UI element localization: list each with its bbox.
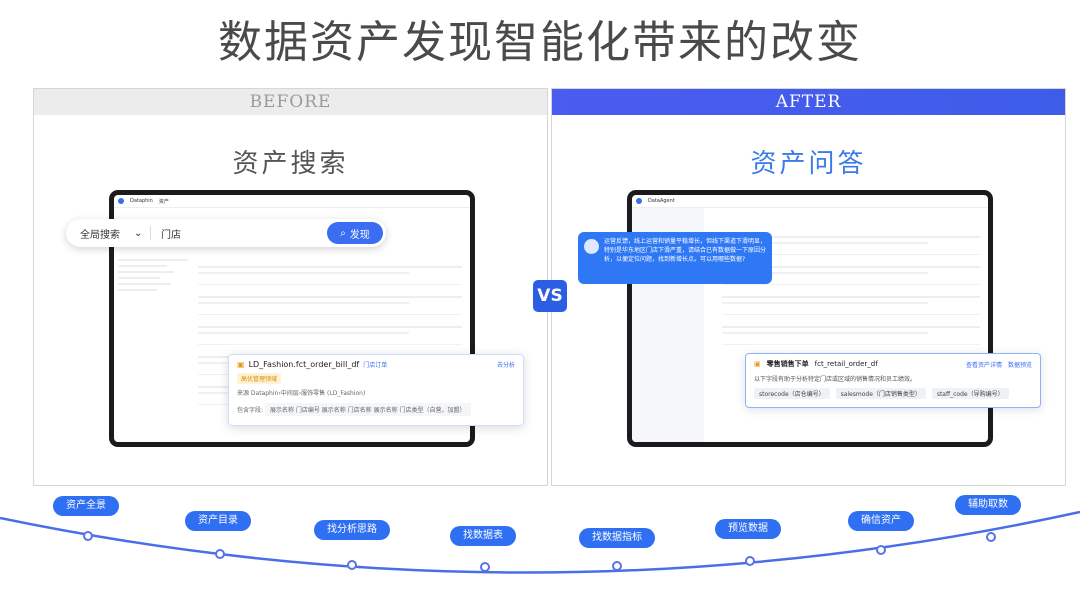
search-input[interactable]: 门店 (151, 226, 327, 241)
step-dot (986, 532, 996, 542)
answer-table-title: 零售销售下单 (766, 360, 809, 368)
after-subtitle: 资产问答 (750, 149, 867, 179)
field-chip: storecode（店仓编号） (754, 388, 830, 399)
view-detail-link[interactable]: 查看资产详情 (966, 360, 1002, 369)
step-dot (745, 556, 755, 566)
field-chips: storecode（店仓编号） salesmode（门店销售类型） staff_… (754, 388, 1032, 399)
answer-table-name[interactable]: fct_retail_order_df (815, 360, 878, 368)
step-label: 预览数据 (715, 519, 781, 539)
step-dot (612, 561, 622, 571)
after-panel: AFTER 资产问答 DataAgent 运营反馈，线上运营和销量平稳增长，但线… (551, 88, 1066, 486)
step-dot (347, 560, 357, 570)
step-label: 找数据表 (450, 526, 516, 546)
before-header: BEFORE (34, 89, 547, 115)
result-badge: 门店订单 (363, 362, 388, 369)
search-icon: ⌕ (340, 227, 346, 239)
chevron-down-icon: ⌄ (134, 227, 143, 239)
timeline-curve (0, 510, 1080, 574)
answer-card[interactable]: ▣ 零售销售下单 fct_retail_order_df 查看资产详情 数据预览… (745, 353, 1041, 408)
search-button[interactable]: ⌕ 发现 (327, 222, 383, 244)
before-subtitle: 资产搜索 (232, 149, 349, 179)
answer-desc: 以下字段有助于分析特定门店或区域的销售情况和员工绩效。 (754, 376, 917, 383)
after-topbar: DataAgent (632, 195, 988, 208)
columns-label: 包含字段: (237, 407, 264, 414)
table-icon: ▣ (754, 360, 761, 368)
slide: 数据资产发现智能化带来的改变 BEFORE 资产搜索 Dataphin 资产 全… (0, 0, 1080, 595)
step-label: 资产全景 (53, 496, 119, 516)
step-label: 资产目录 (185, 511, 251, 531)
data-preview-link[interactable]: 数据预览 (1008, 360, 1032, 369)
field-chip: staff_code（导购编号） (931, 388, 1009, 399)
after-header: AFTER (552, 89, 1065, 115)
vs-badge: VS (533, 280, 567, 312)
filter-sidebar (118, 255, 188, 295)
domain-tag: 高优管理领域 (237, 373, 282, 384)
list-item[interactable] (198, 285, 462, 315)
list-item[interactable] (198, 255, 462, 285)
field-chip: salesmode（门店销售类型） (835, 388, 926, 399)
before-panel: BEFORE 资产搜索 Dataphin 资产 全局搜索 ⌄ 门店 ⌕ 发现 ▣… (33, 88, 548, 486)
question-bubble: 运营反馈，线上运营和销量平稳增长，但线下渠道下滑明显，特别是华东地区门店下滑严重… (578, 232, 772, 284)
logo-icon (118, 198, 124, 204)
step-dot (83, 531, 93, 541)
step-label: 辅助取数 (955, 495, 1021, 515)
brand-name: Dataphin (130, 198, 153, 204)
analyze-link[interactable]: 去分析 (497, 360, 515, 369)
step-dot (215, 549, 225, 559)
search-scope-select[interactable]: 全局搜索 ⌄ (66, 226, 151, 241)
avatar (584, 239, 599, 254)
step-dot (480, 562, 490, 572)
brand-name: DataAgent (648, 198, 675, 204)
table-icon: ▣ (237, 360, 245, 369)
search-bar: 全局搜索 ⌄ 门店 ⌕ 发现 (66, 219, 386, 247)
logo-icon (636, 198, 642, 204)
columns-list: 展示名称 门店编号 展示名称 门店名称 展示名称 门店类型（自营，加盟） (264, 403, 471, 416)
before-topbar: Dataphin 资产 (114, 195, 470, 208)
slide-title: 数据资产发现智能化带来的改变 (218, 17, 862, 68)
question-text: 运营反馈，线上运营和销量平稳增长，但线下渠道下滑明显，特别是华东地区门店下滑严重… (604, 238, 767, 263)
result-table-name[interactable]: LD_Fashion.fct_order_bill_df (249, 360, 360, 369)
list-item (722, 315, 980, 345)
step-dot (876, 545, 886, 555)
step-label: 找数据指标 (579, 528, 655, 548)
after-laptop: DataAgent (627, 190, 993, 447)
list-item[interactable] (198, 315, 462, 345)
step-label: 确信资产 (848, 511, 914, 531)
step-label: 找分析思路 (314, 520, 390, 540)
result-source: 来源 Dataphin›中间层›服饰零售 (LD_Fashion) (237, 390, 366, 397)
search-scope-label: 全局搜索 (80, 229, 120, 241)
search-result-card[interactable]: ▣ LD_Fashion.fct_order_bill_df 门店订单 去分析 … (228, 354, 524, 426)
brand-section[interactable]: 资产 (159, 198, 169, 205)
list-item (722, 285, 980, 315)
search-button-label: 发现 (349, 229, 370, 241)
